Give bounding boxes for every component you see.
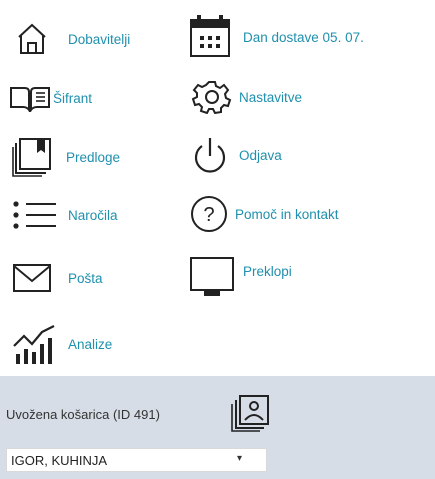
menu-item-logout[interactable]: Odjava (191, 136, 282, 174)
templates-icon (12, 138, 51, 177)
location-select[interactable]: IGOR, KUHINJA ▾ (6, 448, 267, 472)
menu-item-suppliers[interactable]: Dobavitelji (16, 22, 130, 56)
menu-label-switch: Preklopi (243, 263, 292, 279)
imported-basket-label: Uvožena košarica (ID 491) (6, 407, 160, 422)
menu-label-suppliers: Dobavitelji (68, 31, 131, 47)
monitor-icon (190, 257, 234, 296)
menu-item-catalog[interactable]: Šifrant (9, 84, 92, 112)
menu-label-help: Pomoč in kontakt (235, 206, 339, 222)
home-icon (18, 23, 46, 54)
book-icon (10, 87, 50, 112)
menu-item-settings[interactable]: Nastavitve (191, 80, 302, 114)
menu-label-catalog: Šifrant (53, 90, 93, 106)
menu-label-templates: Predloge (66, 149, 121, 165)
menu-label-settings: Nastavitve (239, 89, 303, 105)
menu-item-analytics[interactable]: Analize (12, 324, 112, 364)
power-icon (194, 138, 226, 173)
menu-item-templates[interactable]: Predloge (12, 137, 120, 177)
menu-item-mail[interactable]: Pošta (12, 263, 103, 293)
calendar-icon (190, 15, 230, 57)
photo-frame-icon[interactable] (231, 394, 271, 432)
menu-label-logout: Odjava (239, 147, 282, 163)
envelope-icon (13, 264, 51, 292)
menu-item-switch[interactable]: Preklopi (189, 256, 292, 300)
menu-item-help[interactable]: ? Pomoč in kontakt (189, 194, 339, 234)
menu-label-delivery-date: Dan dostave 05. 07. (243, 29, 364, 45)
chart-icon (13, 325, 55, 364)
help-icon: ? (191, 196, 227, 232)
list-icon (13, 201, 56, 229)
gear-icon (191, 81, 232, 114)
menu-item-orders[interactable]: Naročila (12, 200, 118, 230)
svg-text:?: ? (203, 204, 214, 226)
chevron-down-icon: ▾ (236, 453, 242, 464)
location-select-value: IGOR, KUHINJA (11, 452, 108, 468)
menu-label-analytics: Analize (68, 336, 113, 352)
menu-label-orders: Naročila (68, 207, 118, 223)
menu-item-delivery-date[interactable]: Dan dostave 05. 07. (189, 14, 364, 60)
menu-label-mail: Pošta (68, 270, 103, 286)
